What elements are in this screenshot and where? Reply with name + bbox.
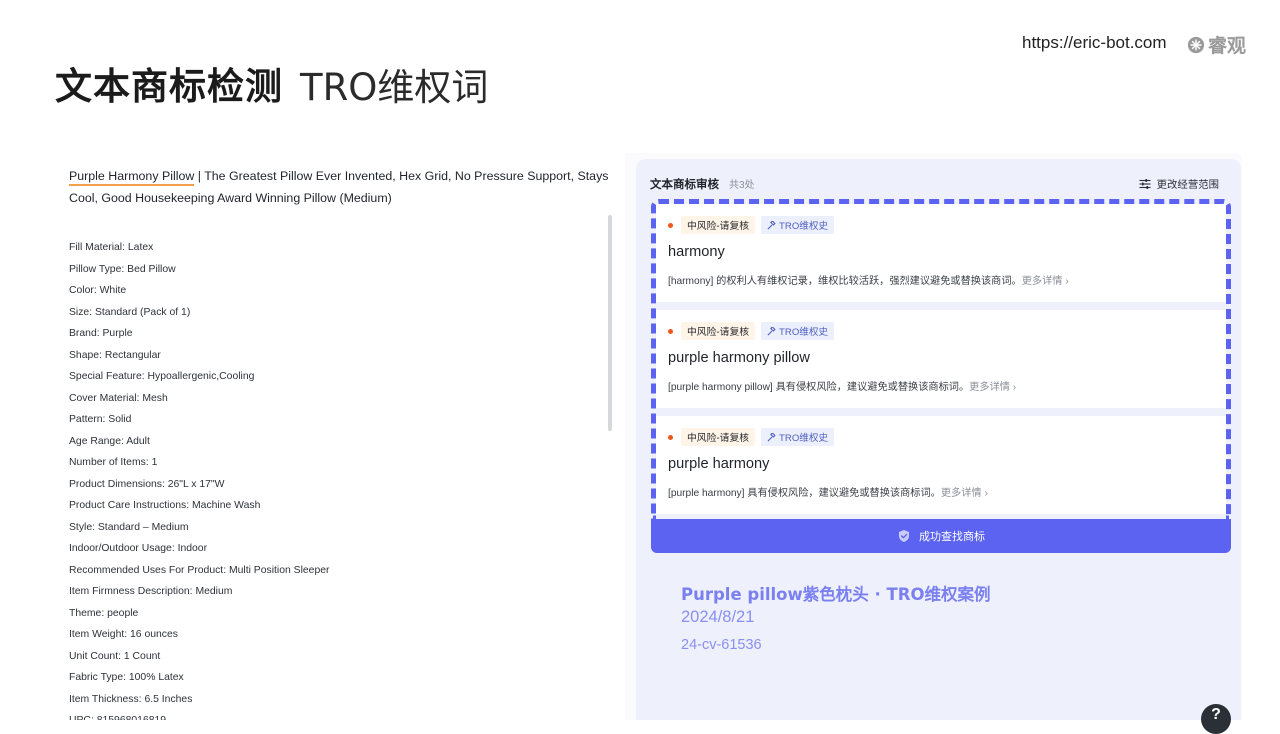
attribute-scrollbar[interactable] [608,215,612,431]
attribute-item: Fill Material: Latex [69,242,154,253]
brand-name: 睿观 [1208,35,1247,57]
attribute-item: Item Weight: 16 ounces [69,629,178,640]
review-count: 共3处 [729,180,755,191]
chevron-right-icon: › [984,488,988,499]
risk-badge: 中风险-请复核 [681,322,756,340]
trademark-description: [purple harmony pillow] 具有侵权风险，建议避免或替换该商… [668,378,1016,393]
attribute-item: Item Thickness: 6.5 Inches [69,693,193,705]
risk-dot-icon [668,222,673,228]
attribute-item: Indoor/Outdoor Usage: Indoor [69,543,208,554]
tro-history-badge: TRO维权史 [761,322,835,340]
trademark-description: [harmony] 的权利人有维权记录，维权比较活跃，强烈建议避免或替换该商词。… [668,272,1069,287]
site-url: https://eric-bot.com [1022,33,1167,52]
tro-history-badge: TRO维权史 [761,428,835,446]
more-details-label: 更多详情 [1021,276,1063,287]
trademark-term: purple harmony pillow [668,350,810,366]
case-number: 24-cv-61536 [681,637,762,653]
tro-history-label: TRO维权史 [779,221,829,232]
attribute-item: Color: White [69,285,127,296]
card-tags: 中风险-请复核 TRO维权史 [668,322,835,340]
risk-badge: 中风险-请复核 [681,216,756,234]
product-attribute-list: Fill Material: Latex Pillow Type: Bed Pi… [69,237,329,720]
attribute-item: UPC: 815968016819 [69,710,329,720]
risk-badge: 中风险-请复核 [681,428,756,446]
attribute-item: Special Feature: Hypoallergenic,Cooling [69,371,255,382]
trademark-description-text: [harmony] 的权利人有维权记录，维权比较活跃，强烈建议避免或替换该商词。 [668,276,1022,287]
product-title-highlight[interactable]: Purple Harmony Pillow [69,169,195,186]
tro-history-label: TRO维权史 [779,433,829,444]
card-tags: 中风险-请复核 TRO维权史 [668,428,835,446]
page-subtitle: TRO维权词 [300,66,489,109]
risk-dot-icon [668,328,673,334]
card-tags: 中风险-请复核 TRO维权史 [668,216,835,234]
tro-history-badge: TRO维权史 [761,216,835,234]
gavel-icon [767,220,776,229]
help-button[interactable]: ? [1201,704,1231,734]
more-details-label: 更多详情 [969,382,1010,393]
more-details-link[interactable]: 更多详情 › [941,488,988,499]
product-listing-panel: Purple Harmony Pillow | The Greatest Pil… [55,153,625,720]
review-title: 文本商标审核 [650,179,719,191]
attribute-item: Style: Standard – Medium [69,521,189,533]
tro-history-label: TRO维权史 [779,327,829,338]
sliders-icon [1139,178,1151,189]
trademark-term: purple harmony [668,456,770,472]
attribute-item: Pattern: Solid [69,414,132,425]
success-banner: 成功查找商标 [651,519,1231,553]
attribute-item: Brand: Purple [69,328,133,339]
success-label: 成功查找商标 [919,531,985,543]
shield-check-icon [899,530,909,542]
trademark-card[interactable]: 中风险-请复核 TRO维权史 harmony [harmony] 的权利人有维权… [656,204,1226,302]
case-title: Purple pillow紫色枕头 · TRO维权案例 [681,585,991,604]
review-header: 文本商标审核 共3处 [650,176,755,192]
gavel-icon [767,432,776,441]
attribute-item: Unit Count: 1 Count [69,650,161,662]
trademark-description-text: [purple harmony] 具有侵权风险，建议避免或替换该商标词。 [668,488,941,499]
more-details-label: 更多详情 [940,488,982,499]
trademark-card[interactable]: 中风险-请复核 TRO维权史 purple harmony [purple ha… [656,416,1226,514]
product-title: Purple Harmony Pillow | The Greatest Pil… [69,165,614,209]
trademark-review-panel: 文本商标审核 共3处 更改经营范围 中风险-请复核 TRO维权史 harmony… [636,159,1241,720]
trademark-description-text: [purple harmony pillow] 具有侵权风险，建议避免或替换该商… [668,382,970,393]
attribute-item: Item Firmness Description: Medium [69,586,233,597]
more-details-link[interactable]: 更多详情 › [969,382,1016,393]
brand-icon [1187,36,1205,53]
more-details-link[interactable]: 更多详情 › [1022,276,1069,287]
attribute-item: Shape: Rectangular [69,349,161,361]
attribute-item: Product Dimensions: 26"L x 17"W [69,478,225,490]
help-icon: ? [1211,706,1221,723]
attribute-item: Product Care Instructions: Machine Wash [69,500,261,511]
attribute-item: Number of Items: 1 [69,457,158,468]
attribute-item: Cover Material: Mesh [69,392,168,404]
change-scope-label: 更改经营范围 [1156,180,1219,191]
attribute-item: Fabric Type: 100% Latex [69,672,184,683]
attribute-item: Size: Standard (Pack of 1) [69,306,191,318]
brand-logo: 睿观 [1187,31,1246,58]
trademark-term: harmony [668,244,725,260]
gavel-icon [767,326,776,335]
page-title: 文本商标检测 [55,65,283,108]
risk-dot-icon [668,434,673,440]
change-scope-button[interactable]: 更改经营范围 [1139,176,1219,191]
attribute-item: Recommended Uses For Product: Multi Posi… [69,564,330,576]
attribute-item: Theme: people [69,607,139,619]
attribute-item: Age Range: Adult [69,435,150,447]
case-date: 2024/8/21 [681,608,755,626]
trademark-description: [purple harmony] 具有侵权风险，建议避免或替换该商标词。更多详情… [668,484,988,499]
chevron-right-icon: › [1012,382,1017,393]
trademark-card[interactable]: 中风险-请复核 TRO维权史 purple harmony pillow [pu… [656,310,1226,408]
chevron-right-icon: › [1065,276,1069,287]
attribute-item: Pillow Type: Bed Pillow [69,263,176,275]
